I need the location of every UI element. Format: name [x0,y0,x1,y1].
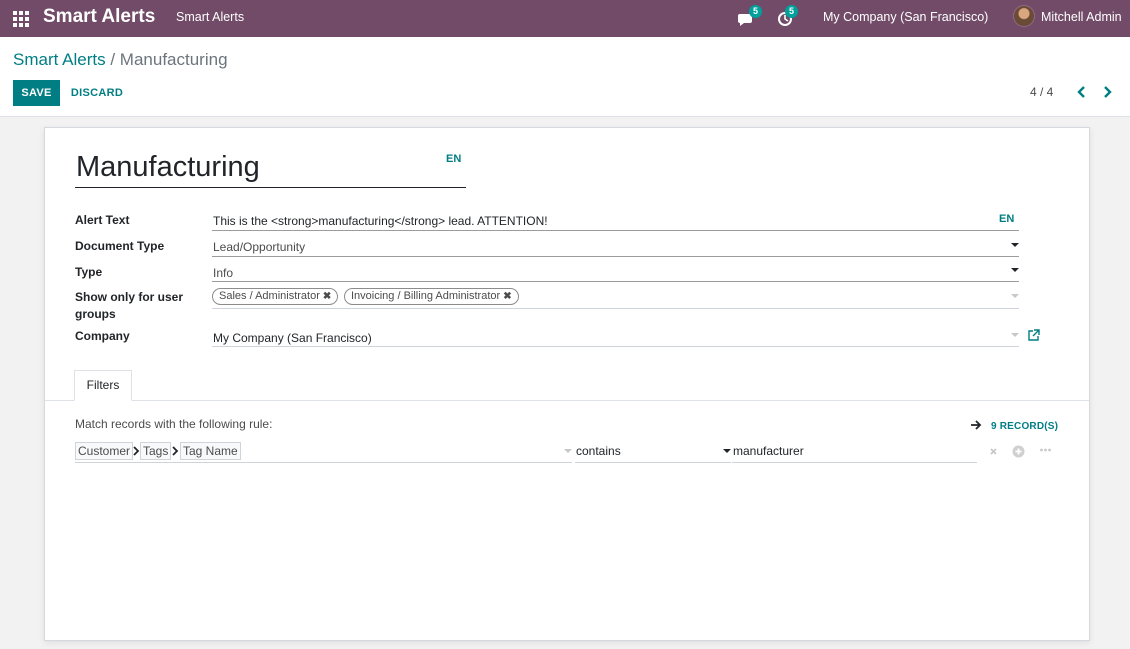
menu-smart-alerts[interactable]: Smart Alerts [176,10,244,24]
path-chip: Tag Name [180,442,241,460]
path-chip: Customer [75,442,134,460]
pager-value[interactable]: 4 / 4 [1030,85,1053,99]
groups-many2many-input[interactable]: Sales / Administrator ✖ Invoicing / Billi… [212,286,1019,309]
user-menu[interactable]: Mitchell Admin [1041,10,1122,24]
breadcrumb-root[interactable]: Smart Alerts [13,50,106,69]
close-icon[interactable] [987,445,1000,458]
form-sheet: Manufacturing EN Alert Text This is the … [44,127,1090,641]
type-label: Type [75,265,103,279]
notebook-tab-divider [45,400,1089,401]
chevron-left-icon[interactable] [1074,84,1090,100]
group-tag-label: Invoicing / Billing Administrator [351,290,501,302]
chevron-right-icon [172,446,179,456]
save-button[interactable]: SAVE [13,80,60,106]
tab-filters[interactable]: Filters [74,370,132,401]
control-panel: Smart Alerts / Manufacturing SAVE DISCAR… [0,37,1130,117]
chevron-down-icon [1011,243,1019,247]
external-link-icon[interactable] [1027,329,1040,342]
app-brand[interactable]: Smart Alerts [43,6,155,28]
top-navbar: Smart Alerts Smart Alerts 5 5 My Company… [0,0,1130,37]
field-path-selector[interactable]: Customer Tags Tag Name [75,441,572,463]
breadcrumb-separator: / [110,50,116,69]
rule-value: manufacturer [733,444,804,458]
type-select[interactable]: Info [212,260,1019,282]
group-tag[interactable]: Invoicing / Billing Administrator ✖ [344,288,519,305]
user-avatar[interactable] [1013,5,1035,27]
document-type-select[interactable]: Lead/Opportunity [212,235,1019,257]
company-many2one-input[interactable]: My Company (San Francisco) [212,325,1019,347]
path-chip: Tags [140,442,172,460]
chevron-right-icon[interactable] [1099,84,1115,100]
chevron-down-icon [723,449,731,453]
group-tag-label: Sales / Administrator [219,290,320,302]
rule-value-input[interactable]: manufacturer [732,441,977,463]
records-count-link[interactable]: 9 RECORD(S) [991,421,1058,432]
close-icon[interactable]: ✖ [503,291,511,302]
type-value: Info [213,266,234,280]
group-tag[interactable]: Sales / Administrator ✖ [212,288,339,305]
operator-select[interactable]: contains [575,441,731,463]
alert-text-value: This is the <strong>manufacturing</stron… [213,214,548,228]
alert-text-label: Alert Text [75,213,130,227]
rule-description: Match records with the following rule: [75,417,273,431]
ellipsis-icon[interactable] [1039,445,1052,458]
company-switcher[interactable]: My Company (San Francisco) [823,10,988,24]
discard-button[interactable]: DISCARD [66,80,128,106]
operator-value: contains [576,444,621,458]
add-icon[interactable] [1012,445,1025,458]
alert-name-input[interactable]: Manufacturing [75,150,466,188]
arrow-right-icon[interactable] [970,419,982,431]
document-type-label: Document Type [75,239,165,253]
chevron-down-icon [1011,333,1019,337]
close-icon[interactable]: ✖ [323,291,331,302]
company-label: Company [75,329,130,343]
name-translate-button[interactable]: EN [446,153,461,165]
apps-menu-icon[interactable] [13,11,29,27]
chevron-right-icon [133,446,140,456]
breadcrumb: Smart Alerts / Manufacturing [13,50,228,70]
groups-label: Show only for user groups [75,290,184,321]
company-value: My Company (San Francisco) [213,331,372,345]
alert-text-input[interactable]: This is the <strong>manufacturing</stron… [212,209,1019,231]
breadcrumb-current: Manufacturing [119,50,228,69]
messages-badge: 5 [749,5,762,18]
chevron-down-icon [1011,294,1019,298]
document-type-value: Lead/Opportunity [213,240,306,254]
chevron-down-icon [564,449,572,453]
chevron-down-icon [1011,268,1019,272]
alert-text-translate-button[interactable]: EN [999,213,1014,225]
activities-badge: 5 [785,5,798,18]
